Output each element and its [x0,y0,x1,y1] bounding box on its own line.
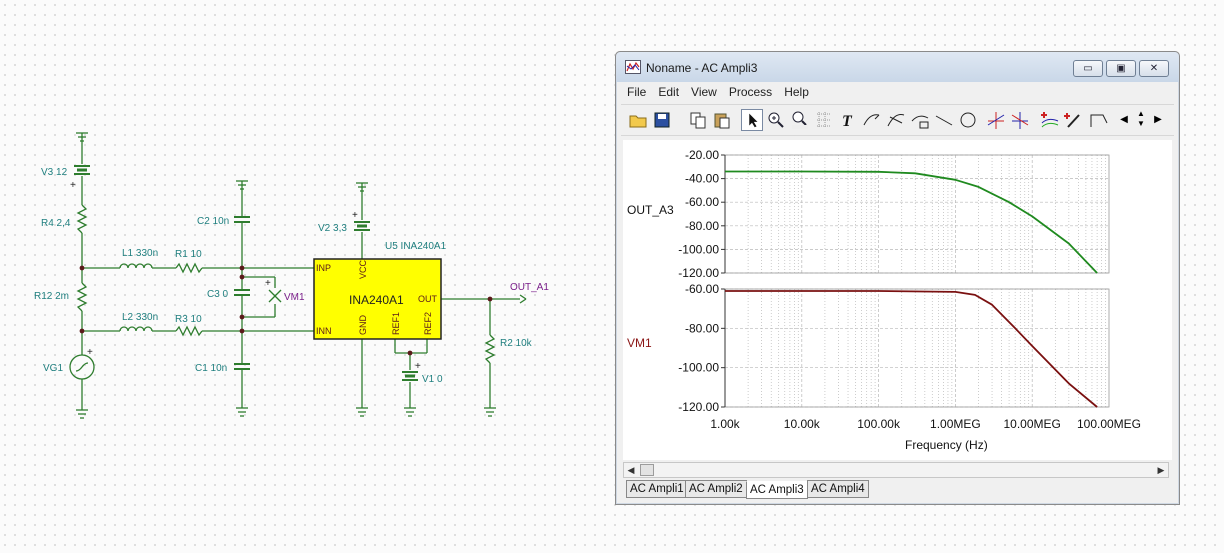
bottom-plot-ylabel: VM1 [627,336,652,350]
copy-icon[interactable] [687,109,709,131]
bottom-y-tick-label: -120.00 [678,400,719,414]
label-out-a1: OUT_A1 [510,282,549,293]
cursor-b-icon[interactable] [1009,109,1031,131]
top-plot-ylabel: OUT_A3 [627,203,674,217]
pin-ref1: REF1 [391,312,401,335]
step-response-icon[interactable] [1087,109,1109,131]
close-button[interactable]: ✕ [1139,60,1169,77]
label-r3: R3 10 [175,314,202,325]
tab-ac-ampli3[interactable]: AC Ampli3 [746,481,808,499]
ac-analysis-window: Noname - AC Ampli3 ▭ ▣ ✕ File Edit View Pro… [615,51,1180,505]
tab-ac-ampli4[interactable]: AC Ampli4 [807,480,869,498]
zoom-100-icon[interactable] [789,109,811,131]
circuit-schematic[interactable]: INA240A1 INP INN OUT VCC GND REF1 REF2 V… [0,0,612,553]
pin-ref2: REF2 [423,312,433,335]
label-vm1: VM1 [284,292,305,303]
bottom-y-tick-label: -60.00 [685,282,719,296]
menu-edit[interactable]: Edit [652,83,685,102]
x-tick-label: 100.00k [857,417,901,431]
text-tool-icon[interactable]: T [837,109,859,131]
pin-vcc: VCC [358,259,368,279]
menu-file[interactable]: File [621,83,652,102]
curve-text-icon[interactable] [909,109,931,131]
label-l2: L2 330n [122,312,158,323]
pin-inp: INP [316,263,331,273]
app-icon [625,60,641,74]
cursor-a-icon[interactable] [985,109,1007,131]
x-tick-label: 1.00MEG [930,417,981,431]
label-l1: L1 330n [122,248,158,259]
top-y-tick-label: -60.00 [685,195,719,209]
label-r1: R1 10 [175,249,202,260]
menu-view[interactable]: View [685,83,723,102]
label-u5: U5 INA240A1 [385,241,447,252]
label-v1: V1 0 [422,374,443,385]
chip-name: INA240A1 [349,293,404,307]
scroll-right-button[interactable]: ▶ [1151,109,1165,131]
grid-icon[interactable] [813,109,835,131]
label-vg1: VG1 [43,363,63,374]
label-c3: C3 0 [207,289,229,300]
horizontal-scrollbar[interactable]: ◀ ▶ [623,462,1169,478]
label-c1: C1 10n [195,363,227,374]
pointer-icon[interactable] [741,109,763,131]
pin-inn: INN [316,326,332,336]
top-y-tick-label: -20.00 [685,148,719,162]
menu-help[interactable]: Help [778,83,815,102]
toolbar: T ◀ ▲ ▼ ▶ [621,104,1174,136]
open-folder-icon[interactable] [627,109,649,131]
label-v2-plus: + [352,210,358,221]
scrollbar-left-arrow-icon[interactable]: ◀ [624,463,638,477]
save-icon[interactable] [651,109,673,131]
add-curve-icon[interactable] [1039,109,1061,131]
label-v2: V2 3,3 [318,223,347,234]
top-y-tick-label: -120.00 [678,266,719,280]
tab-ac-ampli1[interactable]: AC Ampli1 [626,480,688,498]
label-v3-plus: + [70,180,76,191]
tangent-icon[interactable] [885,109,907,131]
scroll-updown-button[interactable]: ▲ ▼ [1133,109,1149,131]
line-tool-icon[interactable] [933,109,955,131]
scrollbar-right-arrow-icon[interactable]: ▶ [1154,463,1168,477]
label-v3: V3 12 [41,167,68,178]
menu-process[interactable]: Process [723,83,778,102]
scrollbar-thumb[interactable] [640,464,654,476]
label-v1-plus: + [415,361,421,372]
pin-gnd: GND [358,315,368,336]
x-tick-label: 1.00k [710,417,740,431]
svg-text:T: T [842,113,853,130]
label-vm1-plus: + [265,278,271,289]
minimize-button[interactable]: ▭ [1073,60,1103,77]
label-vg1-plus: + [87,347,93,358]
bottom-y-tick-label: -100.00 [678,361,719,375]
label-c2: C2 10n [197,216,229,227]
top-y-tick-label: -80.00 [685,219,719,233]
circle-tool-icon[interactable] [957,109,979,131]
restore-button[interactable]: ▣ [1106,60,1136,77]
zoom-in-icon[interactable] [765,109,787,131]
curve-label-icon[interactable] [861,109,883,131]
top-y-tick-label: -40.00 [685,172,719,186]
scroll-left-button[interactable]: ◀ [1117,109,1131,131]
window-title: Noname - AC Ampli3 [646,61,758,75]
paste-icon[interactable] [711,109,733,131]
x-tick-label: 10.00k [784,417,821,431]
label-r2: R2 10k [500,338,533,349]
bottom-y-tick-label: -80.00 [685,321,719,335]
bode-plot-area[interactable]: OUT_A3 VM1 -20.00 -40.00 -60.00 -80.00 -100.… [623,140,1172,460]
x-tick-label: 100.00MEG [1077,417,1141,431]
x-axis-label: Frequency (Hz) [905,438,988,452]
pin-out: OUT [418,294,438,304]
label-r12: R12 2m [34,291,69,302]
title-bar[interactable]: Noname - AC Ampli3 ▭ ▣ ✕ [616,52,1179,82]
tab-ac-ampli2[interactable]: AC Ampli2 [685,480,747,498]
menu-bar: File Edit View Process Help [621,83,815,102]
top-y-tick-label: -100.00 [678,242,719,256]
x-tick-label: 10.00MEG [1004,417,1061,431]
label-r4: R4 2,4 [41,218,71,229]
marker-pen-icon[interactable] [1063,109,1085,131]
